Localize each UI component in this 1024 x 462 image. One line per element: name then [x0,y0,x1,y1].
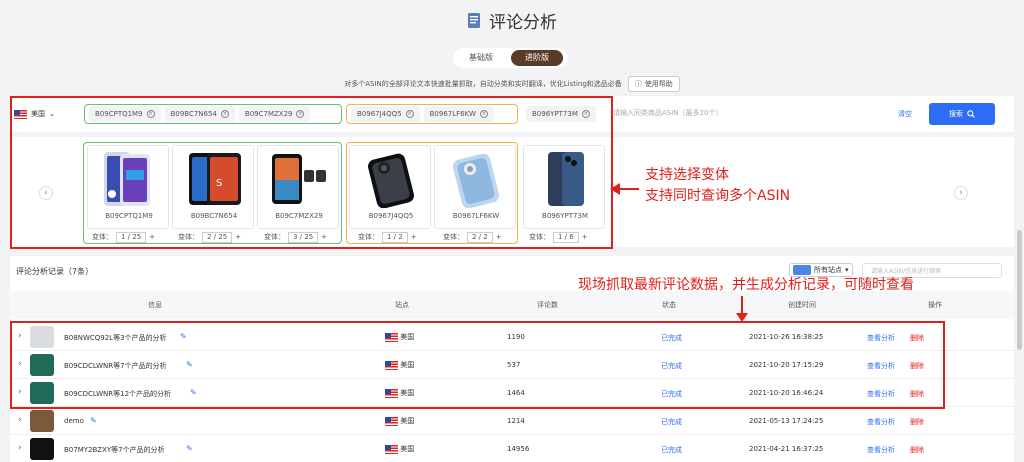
product-image [30,438,54,460]
created-time: 2021-05-13 17:24:25 [749,417,824,425]
version-toggle: 基础版 进阶版 [453,48,568,68]
row-info: demo [64,417,84,425]
tab-advanced[interactable]: 进阶版 [511,50,563,66]
help-icon: ⓘ [634,80,642,88]
site-label: 美国 [400,417,415,425]
caret-down-icon: ▾ [845,266,849,274]
view-analysis-link[interactable]: 查看分析 [867,417,895,427]
col-count: 评论数 [537,301,558,309]
annotation-box-search [10,96,613,249]
scrollbar[interactable] [1017,230,1022,350]
edit-icon[interactable]: ✎ [90,416,97,425]
us-flag-icon [385,444,398,454]
review-count: 1214 [507,417,525,425]
view-analysis-link[interactable]: 查看分析 [867,445,895,455]
records-title: 评论分析记录（7条） [16,267,94,276]
col-action: 操作 [928,301,942,309]
description-text: 对多个ASIN的全部评论文本快速批量抓取，自动分类和实时翻译，优化Listing… [344,80,622,88]
help-button[interactable]: ⓘ 使用帮助 [627,76,680,92]
chevron-right-icon[interactable]: › [18,443,22,453]
col-site: 站点 [395,301,409,309]
arrow-head-icon [610,183,620,195]
site-cell: 美国 [385,416,414,426]
page-title: 评论分析 [489,13,557,33]
document-icon [468,13,480,28]
status-badge: 已完成 [661,446,682,454]
col-status: 状态 [662,301,676,309]
table-row[interactable]: › B07MY2BZXY等7个产品的分析 ✎ 美国 14956 已完成 2021… [10,435,1014,462]
edit-icon[interactable]: ✎ [186,444,193,453]
site-label: 美国 [400,445,415,453]
review-count: 14956 [507,445,530,453]
arrow-head-icon [736,313,748,322]
annotation-line: 支持选择变体 [645,167,729,183]
chevron-right-icon[interactable]: › [954,186,968,200]
col-info: 信息 [148,301,162,309]
delete-link[interactable]: 删除 [910,445,924,455]
search-label: 搜索 [949,110,963,118]
clear-button[interactable]: 清空 [898,109,912,119]
status-badge: 已完成 [661,418,682,426]
site-cell: 美国 [385,444,414,454]
created-time: 2021-04-21 16:37:25 [749,445,824,453]
row-info: B07MY2BZXY等7个产品的分析 [64,446,165,454]
annotation-line: 支持同时查询多个ASIN [645,188,791,204]
page-title-bar: 评论分析 [0,8,1024,33]
tab-basic[interactable]: 基础版 [455,50,507,66]
asin-input[interactable]: 请输入同类商品ASIN（最多20个） [613,108,722,118]
delete-link[interactable]: 删除 [910,417,924,427]
annotation-box-records [10,321,945,409]
product-image [30,410,54,432]
search-icon [967,110,975,118]
description-line: 对多个ASIN的全部评论文本快速批量抓取，自动分类和实时翻译，优化Listing… [0,76,1024,92]
us-flag-icon [385,416,398,426]
search-button[interactable]: 搜索 [929,103,995,125]
annotation-text-1: 支持选择变体 支持同时查询多个ASIN [645,165,790,207]
table-row[interactable]: › demo ✎ 美国 1214 已完成 2021-05-13 17:24:25… [10,407,1014,435]
help-label: 使用帮助 [644,80,673,88]
col-created: 创建时间 [788,301,816,309]
chevron-right-icon[interactable]: › [18,415,22,425]
